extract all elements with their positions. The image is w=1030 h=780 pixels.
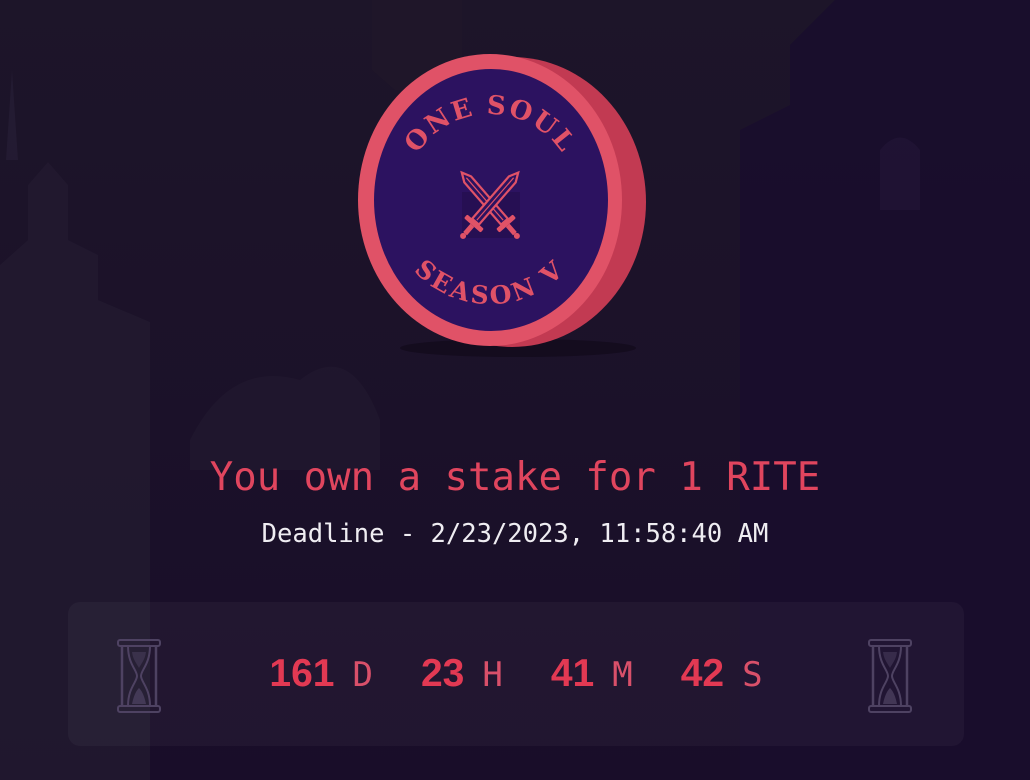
hourglass-icon — [868, 639, 912, 713]
countdown-hours-unit: H — [482, 655, 503, 695]
countdown-days: 161 D — [269, 652, 373, 696]
countdown-minutes-unit: M — [612, 655, 633, 695]
countdown-seconds-value: 42 — [680, 652, 725, 695]
stake-deadline: Deadline - 2/23/2023, 11:58:40 AM — [261, 519, 769, 549]
countdown-timer: 161 D 23 H 41 M 42 S — [68, 602, 964, 746]
countdown-minutes: 41 M — [551, 652, 633, 696]
countdown-seconds-unit: S — [742, 655, 763, 695]
countdown-hours: 23 H — [421, 652, 503, 696]
countdown-seconds: 42 S — [681, 652, 763, 696]
stake-message: You own a stake for 1 RITE — [209, 455, 821, 500]
countdown-hours-value: 23 — [420, 652, 465, 695]
castle-spire-left — [6, 70, 18, 160]
countdown-minutes-value: 41 — [550, 652, 595, 695]
countdown-panel: 161 D 23 H 41 M 42 S — [68, 602, 964, 746]
countdown-days-value: 161 — [269, 652, 335, 695]
season-coin: ONE SOUL SEASON V — [358, 54, 646, 357]
countdown-days-unit: D — [352, 655, 373, 695]
castle-window-right — [880, 137, 920, 210]
